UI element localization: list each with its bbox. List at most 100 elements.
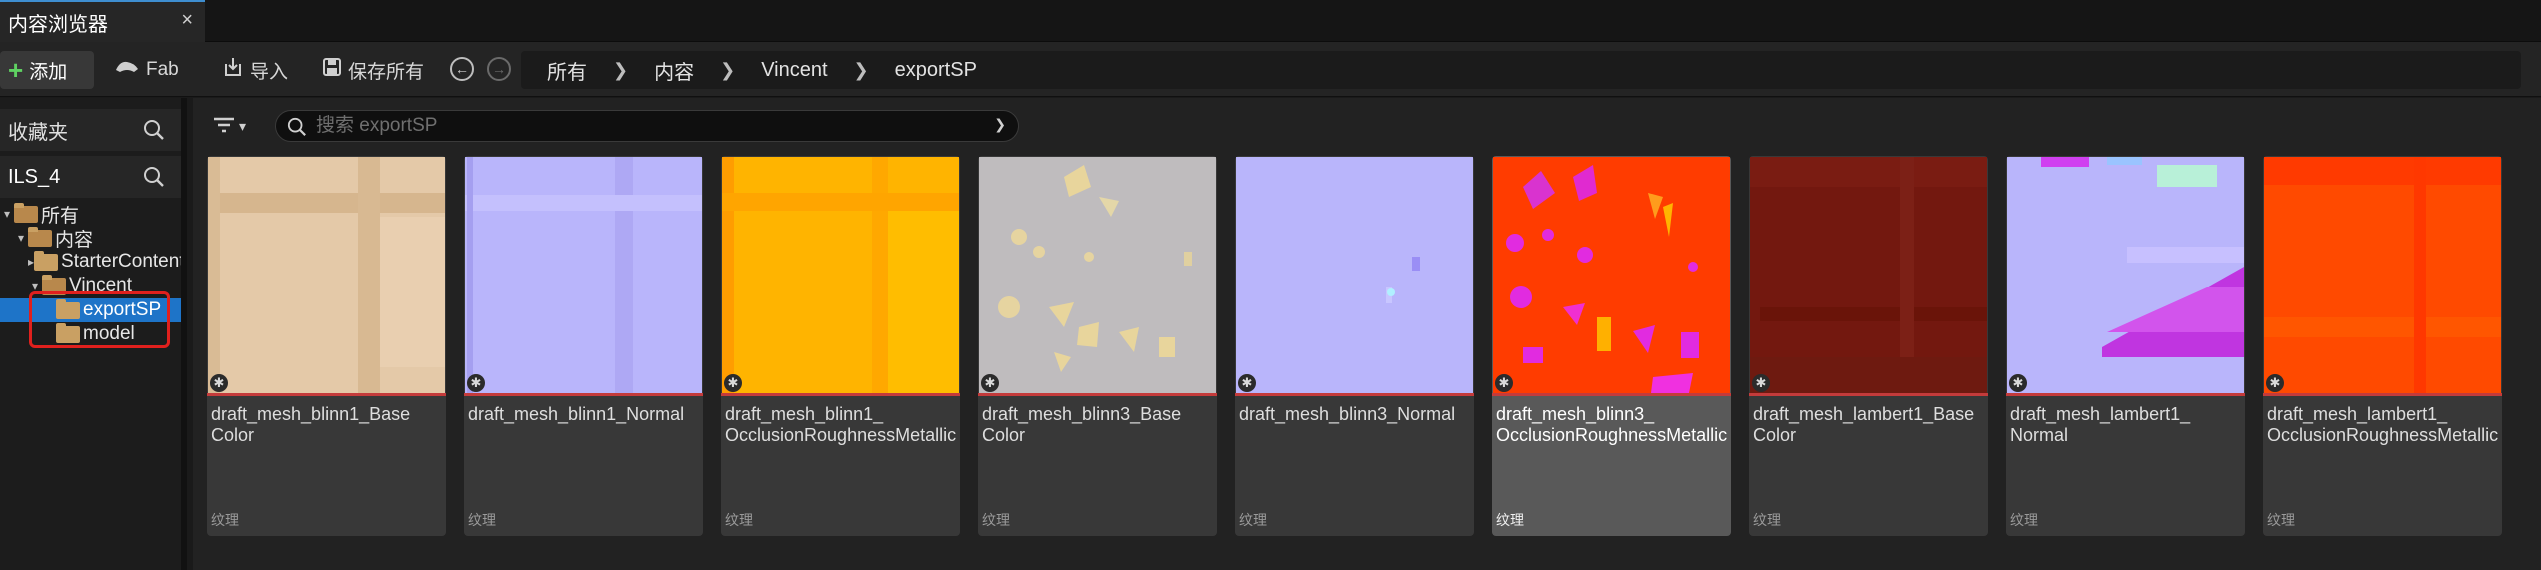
asset-type-label: 纹理 xyxy=(1496,512,1524,528)
asset-tile[interactable]: ✱ draft_mesh_blinn3_Normal 纹理 xyxy=(1235,156,1474,536)
search-input[interactable] xyxy=(314,114,974,138)
tree-item-所有[interactable]: ▾ 所有 xyxy=(0,202,181,226)
search-icon[interactable] xyxy=(143,119,165,147)
asset-tile[interactable]: ✱ draft_mesh_lambert1_ OcclusionRoughness… xyxy=(2263,156,2502,536)
asset-tile[interactable]: ✱ draft_mesh_blinn3_ OcclusionRoughnessMe… xyxy=(1492,156,1731,536)
asset-name: draft_mesh_blinn1_Normal xyxy=(468,404,685,424)
search-icon[interactable] xyxy=(143,166,165,194)
save-all-button-label: 保存所有 xyxy=(348,61,425,83)
asset-thumbnail xyxy=(2007,157,2244,394)
asset-star-icon: ✱ xyxy=(1238,374,1256,392)
asset-type-color-bar xyxy=(1749,393,1988,396)
asset-type-color-bar xyxy=(978,393,1217,396)
tree-item-exportsp[interactable]: exportSP xyxy=(0,298,181,322)
forward-arrow-icon[interactable]: → xyxy=(487,57,511,81)
project-label: ILS_4 xyxy=(8,165,61,188)
tree-item-label: 内容 xyxy=(55,229,94,251)
asset-star-icon: ✱ xyxy=(724,374,742,392)
favorites-header[interactable]: 收藏夹 xyxy=(0,109,181,151)
asset-thumbnail xyxy=(2264,157,2501,394)
add-button[interactable]: + 添加 xyxy=(0,51,94,89)
caret-down-icon[interactable]: ▾ xyxy=(28,279,42,293)
filter-button[interactable]: ▾ xyxy=(213,112,246,140)
tree-item-label: StarterContent xyxy=(61,251,181,272)
asset-type-label: 纹理 xyxy=(468,512,496,528)
asset-star-icon: ✱ xyxy=(1495,374,1513,392)
asset-type-color-bar xyxy=(464,393,703,396)
close-icon[interactable]: × xyxy=(181,9,193,32)
asset-name: draft_mesh_blinn1_Base Color xyxy=(211,404,411,445)
chevron-right-icon: ❯ xyxy=(853,59,869,80)
project-header[interactable]: ILS_4 xyxy=(0,156,181,198)
asset-star-icon: ✱ xyxy=(981,374,999,392)
asset-type-label: 纹理 xyxy=(211,512,239,528)
asset-type-color-bar xyxy=(1235,393,1474,396)
breadcrumb-item-content[interactable]: 内容 xyxy=(650,56,698,85)
tab-content-browser[interactable]: 内容浏览器 × xyxy=(0,0,205,42)
tree-item-label: Vincent xyxy=(69,275,133,296)
asset-tile[interactable]: ✱ draft_mesh_blinn3_Base Color 纹理 xyxy=(978,156,1217,536)
import-button-label: 导入 xyxy=(250,61,289,83)
chevron-down-icon: ▾ xyxy=(239,117,247,134)
asset-thumbnail xyxy=(1750,157,1987,394)
caret-down-icon[interactable]: ▾ xyxy=(0,207,14,221)
asset-name: draft_mesh_lambert1_ Normal xyxy=(2010,404,2191,445)
breadcrumb-item-all[interactable]: 所有 xyxy=(543,56,591,85)
add-button-label: 添加 xyxy=(29,61,68,83)
tab-bar: 内容浏览器 × xyxy=(0,0,2541,42)
asset-type-label: 纹理 xyxy=(2010,512,2038,528)
save-all-button[interactable]: 保存所有 xyxy=(314,51,434,89)
folder-icon xyxy=(34,250,59,271)
asset-type-label: 纹理 xyxy=(1753,512,1781,528)
favorites-label: 收藏夹 xyxy=(8,121,68,144)
asset-tile[interactable]: ✱ draft_mesh_blinn1_Normal 纹理 xyxy=(464,156,703,536)
back-arrow-icon[interactable]: ← xyxy=(450,57,474,81)
folder-icon xyxy=(42,274,66,295)
asset-thumbnail xyxy=(465,157,702,394)
asset-type-color-bar xyxy=(207,393,446,396)
chevron-down-icon[interactable]: ❯ xyxy=(994,116,1006,133)
save-icon xyxy=(322,57,342,83)
caret-down-icon[interactable]: ▾ xyxy=(14,231,28,245)
asset-name: draft_mesh_blinn3_Base Color xyxy=(982,404,1182,445)
folder-icon xyxy=(56,298,80,319)
asset-name: draft_mesh_lambert1_Base Color xyxy=(1753,404,1975,445)
folder-icon xyxy=(14,202,38,223)
asset-tile[interactable]: ✱ draft_mesh_blinn1_Base Color 纹理 xyxy=(207,156,446,536)
asset-name: draft_mesh_lambert1_ OcclusionRoughnessM… xyxy=(2267,404,2499,445)
asset-star-icon: ✱ xyxy=(2266,374,2284,392)
import-icon xyxy=(222,56,244,84)
asset-thumbnail xyxy=(208,157,445,394)
fab-icon xyxy=(114,58,140,82)
breadcrumb-item-vincent[interactable]: Vincent xyxy=(757,59,831,82)
fab-button[interactable]: Fab xyxy=(106,51,206,89)
plus-icon: + xyxy=(8,55,24,85)
asset-tile[interactable]: ✱ draft_mesh_blinn1_ OcclusionRoughnessMe… xyxy=(721,156,960,536)
asset-star-icon: ✱ xyxy=(1752,374,1770,392)
breadcrumb-item-exportsp[interactable]: exportSP xyxy=(891,59,981,82)
fab-button-label: Fab xyxy=(146,59,179,80)
tree-item-内容[interactable]: ▾ 内容 xyxy=(0,226,181,250)
asset-star-icon: ✱ xyxy=(210,374,228,392)
asset-type-label: 纹理 xyxy=(982,512,1010,528)
asset-thumbnail xyxy=(979,157,1216,394)
filter-icon xyxy=(213,116,235,137)
tree-item-startercontent[interactable]: ▸ StarterContent xyxy=(0,250,181,274)
tree-item-model[interactable]: model xyxy=(0,322,181,346)
asset-type-color-bar xyxy=(2263,393,2502,396)
asset-tile[interactable]: ✱ draft_mesh_lambert1_ Normal 纹理 xyxy=(2006,156,2245,536)
asset-thumbnail xyxy=(722,157,959,394)
asset-type-label: 纹理 xyxy=(725,512,753,528)
search-bar[interactable]: ❯ xyxy=(275,110,1019,142)
asset-type-label: 纹理 xyxy=(2267,512,2295,528)
asset-type-color-bar xyxy=(721,393,960,396)
asset-star-icon: ✱ xyxy=(2009,374,2027,392)
asset-tile[interactable]: ✱ draft_mesh_lambert1_Base Color 纹理 xyxy=(1749,156,1988,536)
tree-item-vincent[interactable]: ▾ Vincent xyxy=(0,274,181,298)
asset-view: ▾ ❯ ✱ draft_mesh_blinn1_Base Color 纹理 ✱ draf… xyxy=(193,98,2541,570)
sidebar: 收藏夹 ILS_4 ▾ 所有 ▾ 内容 ▸ StarterContent ▾ Vincent e… xyxy=(0,98,187,570)
asset-name: draft_mesh_blinn3_ OcclusionRoughnessMet… xyxy=(1496,404,1728,445)
asset-type-color-bar xyxy=(1492,393,1731,396)
import-button[interactable]: 导入 xyxy=(214,51,314,89)
asset-star-icon: ✱ xyxy=(467,374,485,392)
